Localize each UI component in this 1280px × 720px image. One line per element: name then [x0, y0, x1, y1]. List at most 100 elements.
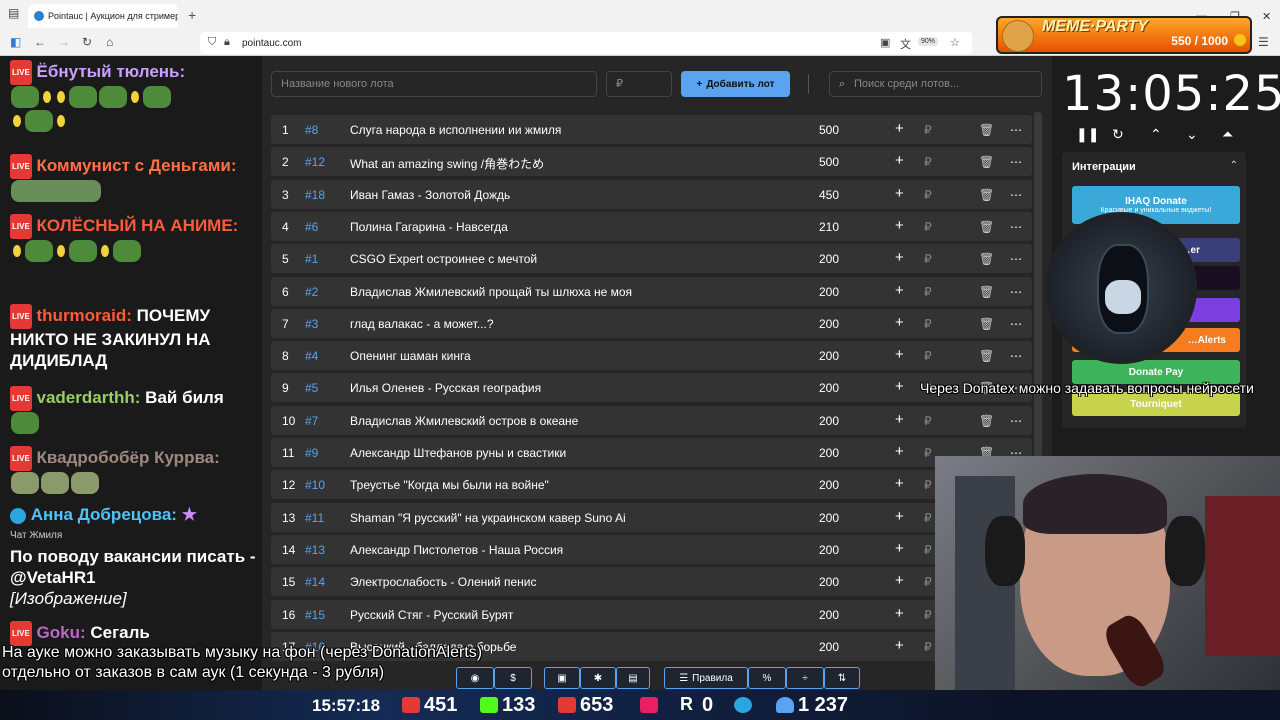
currency-icon[interactable]: ₽: [924, 511, 932, 525]
delete-icon[interactable]: 🗑︎: [979, 349, 994, 363]
lot-name[interactable]: CSGO Expert остроинее с мечтой: [350, 252, 790, 266]
tab-list-icon[interactable]: ▤: [8, 6, 19, 20]
lot-amount[interactable]: 200: [819, 349, 839, 363]
lot-amount[interactable]: 200: [819, 414, 839, 428]
home-icon[interactable]: ⌂: [106, 35, 113, 49]
lot-name[interactable]: Александр Пистолетов - Наша Россия: [350, 543, 790, 557]
reset-icon[interactable]: ↻: [1112, 126, 1124, 143]
lot-amount[interactable]: 200: [819, 543, 839, 557]
lot-amount[interactable]: 200: [819, 478, 839, 492]
reader-view-icon[interactable]: ▣: [880, 36, 890, 49]
back-icon[interactable]: ←: [34, 35, 46, 49]
add-amount-icon[interactable]: +: [895, 540, 904, 557]
delete-icon[interactable]: 🗑︎: [979, 155, 994, 169]
lot-search-input[interactable]: ⌕ Поиск среди лотов...: [829, 71, 1042, 97]
lot-name[interactable]: Shaman "Я русский" на украинском кавер S…: [350, 511, 790, 525]
currency-icon[interactable]: ₽: [924, 478, 932, 492]
delete-icon[interactable]: 🗑︎: [979, 252, 994, 266]
lot-amount[interactable]: 200: [819, 285, 839, 299]
more-options-icon[interactable]: ⋯: [1010, 317, 1023, 331]
lot-amount[interactable]: 200: [819, 575, 839, 589]
collapse-icon[interactable]: ⌃: [1230, 160, 1238, 171]
lot-amount[interactable]: 500: [819, 155, 839, 169]
lot-amount[interactable]: 200: [819, 640, 839, 654]
double-up-icon[interactable]: ⏶: [1222, 126, 1233, 143]
delete-icon[interactable]: 🗑︎: [979, 285, 994, 299]
add-amount-icon[interactable]: +: [895, 346, 904, 363]
lot-name[interactable]: Слуга народа в исполнении ии жмиля: [350, 123, 790, 137]
add-amount-icon[interactable]: +: [895, 249, 904, 266]
lot-amount[interactable]: 200: [819, 446, 839, 460]
github-icon[interactable]: ◉: [456, 667, 494, 689]
more-options-icon[interactable]: ⋯: [1010, 252, 1023, 266]
lock-icon[interactable]: 🔒︎: [224, 36, 230, 49]
clear-icon[interactable]: ▤: [616, 667, 650, 689]
lot-amount[interactable]: 500: [819, 123, 839, 137]
shield-icon[interactable]: ⛉: [208, 36, 216, 49]
more-options-icon[interactable]: ⋯: [1010, 220, 1023, 234]
sidebar-icon[interactable]: ◧: [10, 35, 21, 49]
currency-icon[interactable]: ₽: [924, 414, 932, 428]
lot-name[interactable]: Электрослабость - Олений пенис: [350, 575, 790, 589]
more-options-icon[interactable]: ⋯: [1010, 349, 1023, 363]
lot-amount[interactable]: 200: [819, 608, 839, 622]
add-amount-icon[interactable]: +: [895, 378, 904, 395]
new-tab-icon[interactable]: +: [188, 7, 196, 23]
zoom-level[interactable]: 90%: [918, 37, 939, 46]
more-options-icon[interactable]: ⋯: [1010, 414, 1023, 428]
currency-icon[interactable]: ₽: [924, 575, 932, 589]
lot-name[interactable]: Опенинг шаман кинга: [350, 349, 790, 363]
add-amount-icon[interactable]: +: [895, 637, 904, 654]
lot-amount[interactable]: 200: [819, 317, 839, 331]
add-amount-icon[interactable]: +: [895, 605, 904, 622]
lot-name[interactable]: Владислав Жмилевский прощай ты шлюха не …: [350, 285, 790, 299]
lot-amount[interactable]: 200: [819, 381, 839, 395]
add-amount-icon[interactable]: +: [895, 152, 904, 169]
currency-icon[interactable]: ₽: [924, 285, 932, 299]
delete-icon[interactable]: 🗑︎: [979, 317, 994, 331]
add-amount-icon[interactable]: +: [895, 185, 904, 202]
split-icon[interactable]: ÷: [786, 667, 824, 689]
currency-icon[interactable]: ₽: [924, 123, 932, 137]
add-amount-icon[interactable]: +: [895, 120, 904, 137]
currency-icon[interactable]: ₽: [924, 446, 932, 460]
more-options-icon[interactable]: ⋯: [1010, 123, 1023, 137]
currency-icon[interactable]: ₽: [924, 188, 932, 202]
currency-icon[interactable]: ₽: [924, 317, 932, 331]
bug-icon[interactable]: ✱: [580, 667, 616, 689]
add-amount-icon[interactable]: +: [895, 314, 904, 331]
currency-icon[interactable]: ₽: [924, 608, 932, 622]
scrollbar[interactable]: [1034, 112, 1042, 457]
currency-icon[interactable]: ₽: [924, 252, 932, 266]
add-amount-icon[interactable]: +: [895, 443, 904, 460]
close-window-icon[interactable]: ✕: [1262, 10, 1271, 23]
currency-icon[interactable]: ₽: [924, 220, 932, 234]
more-options-icon[interactable]: ⋯: [1010, 188, 1023, 202]
add-amount-icon[interactable]: +: [895, 217, 904, 234]
add-amount-icon[interactable]: +: [895, 475, 904, 492]
add-lot-button[interactable]: + Добавить лот: [681, 71, 790, 97]
more-options-icon[interactable]: ⋯: [1010, 285, 1023, 299]
sort-icon[interactable]: ⇅: [824, 667, 860, 689]
reload-icon[interactable]: ↻: [82, 35, 92, 49]
percent-button[interactable]: %: [748, 667, 786, 689]
lot-name[interactable]: What an amazing swing /角巻わため: [350, 155, 790, 172]
add-amount-icon[interactable]: +: [895, 282, 904, 299]
currency-icon[interactable]: ₽: [924, 640, 932, 654]
add-amount-icon[interactable]: +: [895, 508, 904, 525]
lot-amount[interactable]: 210: [819, 220, 839, 234]
delete-icon[interactable]: 🗑︎: [979, 123, 994, 137]
chevron-up-icon[interactable]: ⌃: [1150, 126, 1162, 143]
more-options-icon[interactable]: ⋯: [1010, 155, 1023, 169]
new-lot-input[interactable]: Название нового лота: [271, 71, 597, 97]
delete-icon[interactable]: 🗑︎: [979, 220, 994, 234]
translate-icon[interactable]: 文: [900, 36, 911, 52]
lot-name[interactable]: глад валакас - а может...?: [350, 317, 790, 331]
rules-button[interactable]: ☰ Правила: [664, 667, 748, 689]
amount-input[interactable]: ₽: [606, 71, 672, 97]
bookmark-star-icon[interactable]: ☆: [950, 36, 960, 49]
chevron-down-icon[interactable]: ⌄: [1186, 126, 1198, 143]
lot-name[interactable]: Илья Оленев - Русская география: [350, 381, 790, 395]
lot-name[interactable]: Русский Стяг - Русский Бурят: [350, 608, 790, 622]
lot-name[interactable]: Владислав Жмилевский остров в океане: [350, 414, 790, 428]
